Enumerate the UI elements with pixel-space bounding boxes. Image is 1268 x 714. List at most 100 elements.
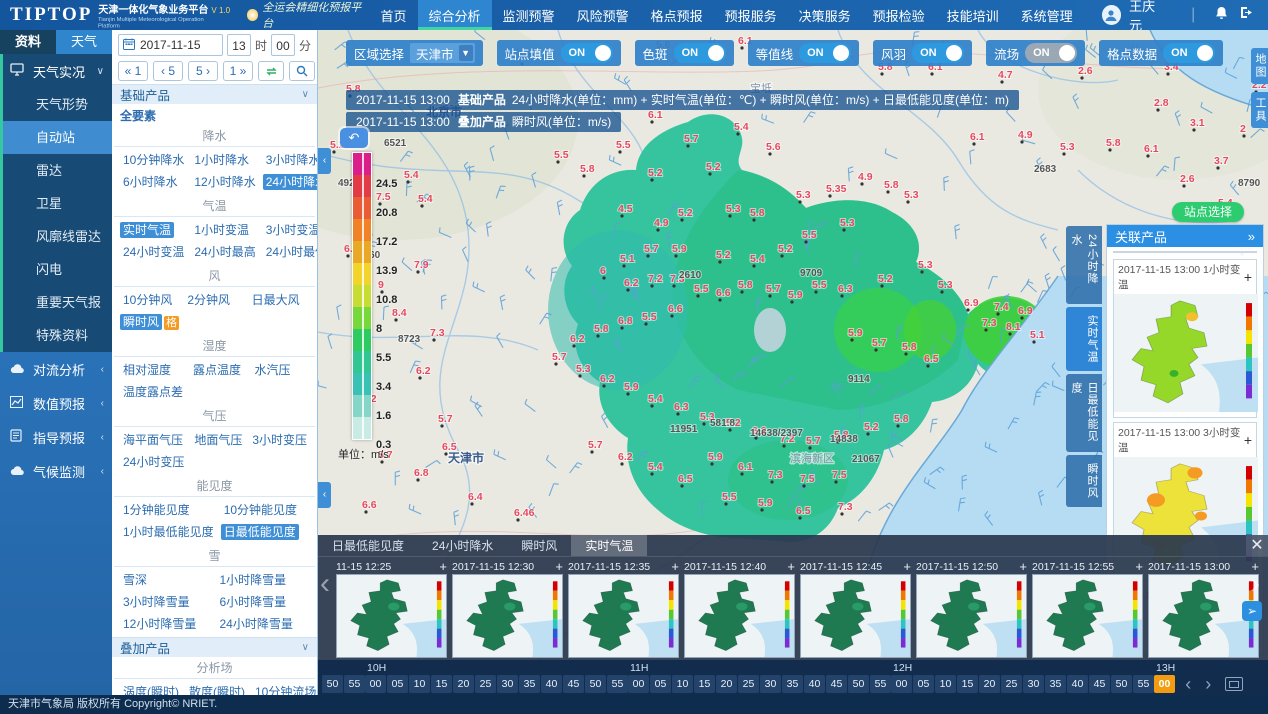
sidebar-item-重要天气报[interactable]: 重要天气报 bbox=[3, 286, 112, 319]
sidebar-item-天气形势[interactable]: 天气形势 bbox=[3, 88, 112, 121]
timeline-tick-12H10[interactable]: 10 bbox=[935, 675, 956, 693]
timeline-tick-10H20[interactable]: 20 bbox=[453, 675, 474, 693]
timeline-tick-11H40[interactable]: 40 bbox=[804, 675, 825, 693]
product-item-日最大风[interactable]: 日最大风 bbox=[249, 291, 309, 308]
toggle-switch-色斑[interactable]: ON bbox=[674, 43, 726, 63]
product-item-露点温度[interactable]: 露点温度 bbox=[190, 361, 247, 378]
avatar[interactable] bbox=[1102, 5, 1121, 25]
timeline-tick-12H55[interactable]: 55 bbox=[1133, 675, 1154, 693]
thumbnail-map[interactable] bbox=[916, 574, 1027, 658]
product-item-地面气压[interactable]: 地面气压 bbox=[191, 431, 245, 448]
double-chevron-icon[interactable]: » bbox=[1248, 229, 1255, 244]
product-item-6小时降雪量[interactable]: 6小时降雪量 bbox=[217, 593, 310, 610]
related-product-thumbnail[interactable] bbox=[1114, 294, 1256, 417]
timeline-tick-12H00[interactable]: 00 bbox=[891, 675, 912, 693]
nav-item-格点预报[interactable]: 格点预报 bbox=[640, 0, 714, 30]
timeline-tick-55[interactable]: 55 bbox=[344, 675, 365, 693]
timeline-tick-10H25[interactable]: 25 bbox=[475, 675, 496, 693]
toggle-switch-站点填值[interactable]: ON bbox=[561, 43, 613, 63]
nav-item-决策服务[interactable]: 决策服务 bbox=[788, 0, 862, 30]
add-icon[interactable]: + bbox=[671, 559, 679, 574]
product-item-1小时最低能见度[interactable]: 1小时最低能见度 bbox=[120, 523, 217, 540]
product-item-3小时降雪量[interactable]: 3小时降雪量 bbox=[120, 593, 213, 610]
timeline-tick-10H50[interactable]: 50 bbox=[585, 675, 606, 693]
timeline-tick-12H25[interactable]: 25 bbox=[1001, 675, 1022, 693]
time-thumbnail[interactable]: 11-15 12:25+ bbox=[336, 559, 447, 659]
product-item-24小时变温[interactable]: 24小时变温 bbox=[120, 243, 187, 260]
thumbnail-map[interactable] bbox=[1032, 574, 1143, 658]
share-icon[interactable]: ➢ bbox=[1242, 601, 1262, 621]
timeline-tick-10H45[interactable]: 45 bbox=[563, 675, 584, 693]
timeline-tick-50[interactable]: 50 bbox=[322, 675, 343, 693]
related-product-card[interactable]: 2017-11-15 13:00 1小时变温+ bbox=[1113, 259, 1257, 418]
product-item-日最低能见度[interactable]: 日最低能见度 bbox=[221, 523, 309, 540]
timeline-tick-11H10[interactable]: 10 bbox=[672, 675, 693, 693]
product-item-3小时降水[interactable]: 3小时降水 bbox=[263, 151, 318, 168]
strip-tab-24小时降水[interactable]: 24小时降水 bbox=[418, 535, 507, 556]
timeline-tick-12H50[interactable]: 50 bbox=[1111, 675, 1132, 693]
product-item-瞬时风[interactable]: 瞬时风格 bbox=[120, 313, 180, 330]
product-item-水汽压[interactable]: 水汽压 bbox=[252, 361, 310, 378]
panel-collapse-handle[interactable]: ‹ bbox=[318, 482, 331, 508]
sidebar-group-header-指导预报[interactable]: 指导预报‹ bbox=[0, 420, 112, 454]
thumbnail-map[interactable] bbox=[800, 574, 911, 658]
timeline-tick-11H05[interactable]: 05 bbox=[650, 675, 671, 693]
nav-item-风险预警[interactable]: 风险预警 bbox=[566, 0, 640, 30]
product-item-2分钟风[interactable]: 2分钟风 bbox=[184, 291, 244, 308]
strip-tab-日最低能见度[interactable]: 日最低能见度 bbox=[318, 535, 418, 556]
product-item-实时气温[interactable]: 实时气温 bbox=[120, 221, 187, 238]
nav-item-综合分析[interactable]: 综合分析 bbox=[418, 0, 492, 30]
timeline-tick-11H20[interactable]: 20 bbox=[716, 675, 737, 693]
timeline-tick-12H30[interactable]: 30 bbox=[1023, 675, 1044, 693]
animation-icon[interactable] bbox=[1225, 677, 1243, 691]
section-header-基础产品[interactable]: 基础产品∨ bbox=[112, 84, 317, 104]
product-item-24小时降雪量[interactable]: 24小时降雪量 bbox=[217, 615, 310, 632]
product-item-1分钟能见度[interactable]: 1分钟能见度 bbox=[120, 501, 217, 518]
search-icon[interactable] bbox=[289, 61, 315, 81]
timeline-tick-12H45[interactable]: 45 bbox=[1089, 675, 1110, 693]
step-button[interactable]: 1 » bbox=[223, 61, 253, 81]
vertical-tab-24小时降水[interactable]: 24小时降水 bbox=[1066, 226, 1102, 304]
timeline-tick-11H30[interactable]: 30 bbox=[760, 675, 781, 693]
close-icon[interactable]: ✕ bbox=[1246, 535, 1268, 556]
sidebar-item-雷达[interactable]: 雷达 bbox=[3, 154, 112, 187]
time-thumbnail[interactable]: 2017-11-15 12:55+ bbox=[1032, 559, 1143, 659]
sidebar-item-闪电[interactable]: 闪电 bbox=[3, 253, 112, 286]
region-dropdown[interactable]: 天津市 ▼ bbox=[410, 43, 475, 63]
panel-collapse-handle[interactable]: ‹ bbox=[318, 148, 331, 174]
product-item-10分钟风[interactable]: 10分钟风 bbox=[120, 291, 180, 308]
sidebar-group-header-数值预报[interactable]: 数值预报‹ bbox=[0, 386, 112, 420]
product-item-1小时降雪量[interactable]: 1小时降雪量 bbox=[217, 571, 310, 588]
sidebar-item-风廓线雷达[interactable]: 风廓线雷达 bbox=[3, 220, 112, 253]
timeline-tick-11H25[interactable]: 25 bbox=[738, 675, 759, 693]
timeline-tick-12H05[interactable]: 05 bbox=[913, 675, 934, 693]
product-item-海平面气压[interactable]: 海平面气压 bbox=[120, 431, 187, 448]
add-icon[interactable]: + bbox=[903, 559, 911, 574]
toggle-switch-流场[interactable]: ON bbox=[1025, 43, 1077, 63]
add-icon[interactable]: + bbox=[1019, 559, 1027, 574]
product-item-24小时最高[interactable]: 24小时最高 bbox=[191, 243, 258, 260]
product-item-3小时变温[interactable]: 3小时变温 bbox=[263, 221, 318, 238]
add-icon[interactable]: + bbox=[439, 559, 447, 574]
time-thumbnail[interactable]: 2017-11-15 12:45+ bbox=[800, 559, 911, 659]
product-item-24小时变压[interactable]: 24小时变压 bbox=[120, 453, 187, 470]
timeline-tick-10H05[interactable]: 05 bbox=[387, 675, 408, 693]
minute-input[interactable]: 00 bbox=[271, 34, 295, 56]
product-item-温度露点差[interactable]: 温度露点差 bbox=[120, 383, 186, 400]
loop-icon[interactable] bbox=[258, 61, 284, 81]
map-button[interactable]: 地图 bbox=[1251, 48, 1268, 84]
nav-item-技能培训[interactable]: 技能培训 bbox=[936, 0, 1010, 30]
timeline-tick-12H15[interactable]: 15 bbox=[957, 675, 978, 693]
sidebar-group-header-对流分析[interactable]: 对流分析‹ bbox=[0, 352, 112, 386]
thumbnail-map[interactable] bbox=[452, 574, 563, 658]
timeline-tick-10H15[interactable]: 15 bbox=[431, 675, 452, 693]
timeline-tick-10H00[interactable]: 00 bbox=[365, 675, 386, 693]
vertical-tab-日最低能见度[interactable]: 日最低能见度 bbox=[1066, 374, 1102, 452]
step-button[interactable]: « 1 bbox=[118, 61, 148, 81]
partial-thumbnail[interactable] bbox=[1113, 251, 1257, 253]
time-thumbnail[interactable]: 2017-11-15 12:35+ bbox=[568, 559, 679, 659]
product-item-散度(瞬时)[interactable]: 散度(瞬时) bbox=[186, 683, 248, 695]
region-select[interactable]: 区域选择 天津市 ▼ bbox=[346, 40, 483, 66]
tools-button[interactable]: 工具 bbox=[1251, 92, 1268, 128]
sidebar-group-header-天气实况[interactable]: 天气实况∨ bbox=[3, 54, 112, 88]
